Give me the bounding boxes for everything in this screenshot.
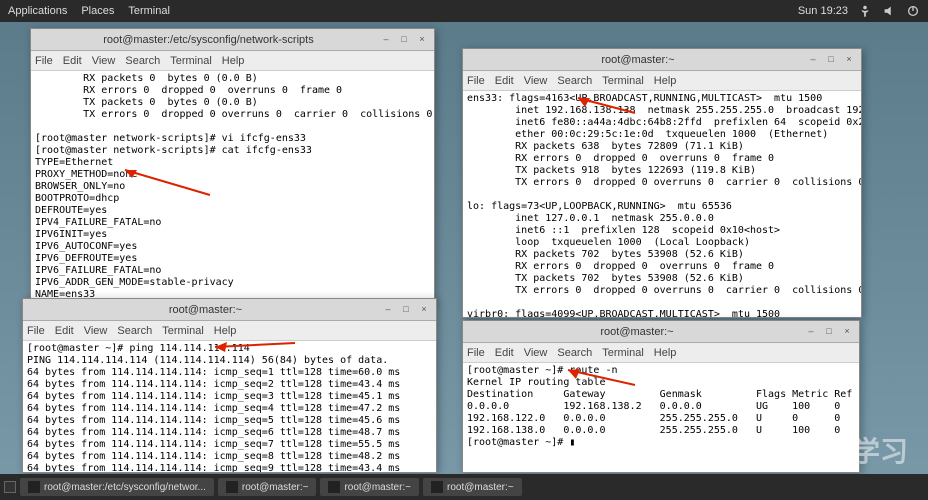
menu-terminal[interactable]: Terminal <box>602 347 644 359</box>
terminal-menubar: File Edit View Search Terminal Help <box>31 51 434 71</box>
power-icon[interactable] <box>906 4 920 18</box>
menu-search[interactable]: Search <box>117 325 152 337</box>
menu-file[interactable]: File <box>467 347 485 359</box>
window-title: root@master:/etc/sysconfig/network-scrip… <box>37 34 380 46</box>
menu-view[interactable]: View <box>524 347 548 359</box>
menu-file[interactable]: File <box>467 75 485 87</box>
menu-file[interactable]: File <box>27 325 45 337</box>
maximize-button[interactable]: □ <box>825 54 837 66</box>
titlebar[interactable]: root@master:~ – □ × <box>23 299 436 321</box>
gnome-topbar: Applications Places Terminal Sun 19:23 <box>0 0 928 22</box>
taskbar-item[interactable]: root@master:~ <box>218 478 317 496</box>
terminal-menubar: File Edit View Search Terminal Help <box>463 71 861 91</box>
menu-file[interactable]: File <box>35 55 53 67</box>
maximize-button[interactable]: □ <box>398 34 410 46</box>
minimize-button[interactable]: – <box>807 54 819 66</box>
terminal-window-ping[interactable]: root@master:~ – □ × File Edit View Searc… <box>22 298 437 473</box>
menu-terminal[interactable]: Terminal <box>602 75 644 87</box>
clock[interactable]: Sun 19:23 <box>798 5 848 17</box>
menu-terminal[interactable]: Terminal <box>170 55 212 67</box>
titlebar[interactable]: root@master:/etc/sysconfig/network-scrip… <box>31 29 434 51</box>
menu-search[interactable]: Search <box>557 347 592 359</box>
menu-help[interactable]: Help <box>654 347 677 359</box>
accessibility-icon[interactable] <box>858 4 872 18</box>
volume-icon[interactable] <box>882 4 896 18</box>
menu-help[interactable]: Help <box>222 55 245 67</box>
minimize-button[interactable]: – <box>382 304 394 316</box>
terminal-content[interactable]: [root@master ~]# ping 114.114.114.114 PI… <box>23 341 436 472</box>
taskbar-item[interactable]: root@master:~ <box>423 478 522 496</box>
terminal-icon <box>328 481 340 493</box>
terminal-menubar: File Edit View Search Terminal Help <box>23 321 436 341</box>
terminal-content[interactable]: RX packets 0 bytes 0 (0.0 B) RX errors 0… <box>31 71 434 302</box>
terminal-icon <box>226 481 238 493</box>
terminal-menu[interactable]: Terminal <box>128 5 170 17</box>
show-desktop-icon[interactable] <box>4 481 16 493</box>
close-button[interactable]: × <box>843 54 855 66</box>
taskbar-item[interactable]: root@master:~ <box>320 478 419 496</box>
maximize-button[interactable]: □ <box>823 326 835 338</box>
maximize-button[interactable]: □ <box>400 304 412 316</box>
minimize-button[interactable]: – <box>380 34 392 46</box>
window-title: root@master:~ <box>469 54 807 66</box>
menu-edit[interactable]: Edit <box>63 55 82 67</box>
places-menu[interactable]: Places <box>81 5 114 17</box>
menu-edit[interactable]: Edit <box>495 347 514 359</box>
terminal-content[interactable]: [root@master ~]# route -n Kernel IP rout… <box>463 363 859 472</box>
titlebar[interactable]: root@master:~ – □ × <box>463 49 861 71</box>
taskbar-item[interactable]: root@master:/etc/sysconfig/networ... <box>20 478 214 496</box>
menu-search[interactable]: Search <box>557 75 592 87</box>
terminal-icon <box>431 481 443 493</box>
terminal-window-route[interactable]: root@master:~ – □ × File Edit View Searc… <box>462 320 860 473</box>
menu-search[interactable]: Search <box>125 55 160 67</box>
menu-help[interactable]: Help <box>214 325 237 337</box>
menu-edit[interactable]: Edit <box>55 325 74 337</box>
terminal-icon <box>28 481 40 493</box>
minimize-button[interactable]: – <box>805 326 817 338</box>
menu-view[interactable]: View <box>92 55 116 67</box>
terminal-window-ifconfig[interactable]: root@master:~ – □ × File Edit View Searc… <box>462 48 862 318</box>
close-button[interactable]: × <box>841 326 853 338</box>
menu-terminal[interactable]: Terminal <box>162 325 204 337</box>
menu-help[interactable]: Help <box>654 75 677 87</box>
window-title: root@master:~ <box>29 304 382 316</box>
menu-view[interactable]: View <box>524 75 548 87</box>
terminal-menubar: File Edit View Search Terminal Help <box>463 343 859 363</box>
menu-view[interactable]: View <box>84 325 108 337</box>
close-button[interactable]: × <box>418 304 430 316</box>
terminal-window-network-scripts[interactable]: root@master:/etc/sysconfig/network-scrip… <box>30 28 435 303</box>
menu-edit[interactable]: Edit <box>495 75 514 87</box>
taskbar: root@master:/etc/sysconfig/networ... roo… <box>0 474 928 500</box>
window-title: root@master:~ <box>469 326 805 338</box>
applications-menu[interactable]: Applications <box>8 5 67 17</box>
close-button[interactable]: × <box>416 34 428 46</box>
terminal-content[interactable]: ens33: flags=4163<UP,BROADCAST,RUNNING,M… <box>463 91 861 317</box>
titlebar[interactable]: root@master:~ – □ × <box>463 321 859 343</box>
